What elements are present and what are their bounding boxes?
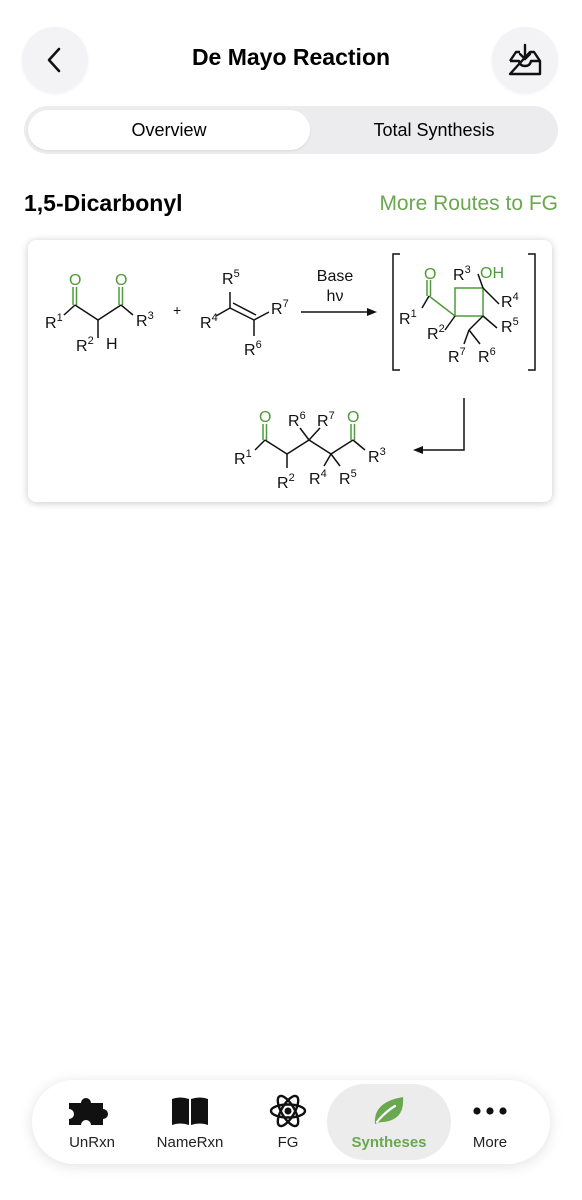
- condition-base: Base: [317, 268, 354, 285]
- leaf-icon: [371, 1094, 407, 1128]
- substituent-label: R2: [427, 323, 445, 343]
- hydroxyl-label: OH: [480, 265, 504, 282]
- substituent-label: R2: [277, 472, 295, 492]
- tray-download-icon: [508, 43, 542, 76]
- substituent-label: R1: [399, 308, 417, 328]
- book-icon: [170, 1094, 210, 1128]
- carbonyl-oxygen: O: [115, 272, 127, 289]
- nav-tab-label: More: [472, 1133, 508, 1151]
- more-dots-icon: [472, 1094, 508, 1128]
- carbonyl-oxygen: O: [347, 409, 359, 426]
- section-title: 1,5-Dicarbonyl: [24, 190, 183, 216]
- substituent-label: R6: [244, 339, 262, 359]
- substituent-label: R6: [288, 410, 306, 430]
- bottom-tab-bar: UnRxn NameRxn FG Syntheses More: [32, 1080, 550, 1164]
- condition-light: hν: [327, 288, 344, 305]
- substituent-label: R4: [309, 468, 327, 488]
- substituent-label: R4: [501, 291, 519, 311]
- nav-tab-label: FG: [277, 1133, 299, 1151]
- nav-tab-label: NameRxn: [156, 1133, 224, 1151]
- alkene-reactant: R5 R4 R7 R6: [200, 268, 289, 359]
- more-routes-link[interactable]: More Routes to FG: [379, 192, 558, 216]
- substituent-label: R1: [45, 312, 63, 332]
- atom-icon: [268, 1094, 308, 1128]
- cyclobutane-intermediate: O R3 OH R1 R2 R4 R5 R7 R6: [392, 253, 536, 371]
- tab-overview[interactable]: Overview: [28, 110, 310, 150]
- substituent-label: R7: [317, 410, 335, 430]
- substituent-label: R5: [501, 316, 519, 336]
- substituent-label: R7: [271, 298, 289, 318]
- nav-tab-label: UnRxn: [69, 1133, 115, 1151]
- carbonyl-oxygen: O: [259, 409, 271, 426]
- reaction-arrow: Base hν: [301, 268, 377, 316]
- dicarbonyl-reactant: O O R1 R3 R2 H: [45, 272, 154, 355]
- carbonyl-oxygen: O: [69, 272, 81, 289]
- substituent-label: R5: [222, 268, 240, 288]
- segmented-control: Overview Total Synthesis: [24, 106, 558, 154]
- reaction-scheme-card: O O R1 R3 R2 H + R5 R4 R7 R6 Base hν O R…: [28, 240, 552, 502]
- substituent-label: R5: [339, 468, 357, 488]
- dicarbonyl-product: O O R1 R3 R6 R7 R2 R4 R5: [234, 409, 386, 492]
- substituent-label: R4: [200, 312, 218, 332]
- nav-tab-label: Syntheses: [351, 1133, 427, 1151]
- substituent-label: R6: [478, 346, 496, 366]
- tab-total-synthesis[interactable]: Total Synthesis: [314, 110, 554, 150]
- plus-sign: +: [173, 302, 181, 318]
- nav-tab-more[interactable]: More: [438, 1084, 542, 1160]
- nav-tab-unrxn[interactable]: UnRxn: [40, 1084, 144, 1160]
- reaction-scheme: O O R1 R3 R2 H + R5 R4 R7 R6 Base hν O R…: [45, 253, 536, 492]
- header: De Mayo Reaction: [0, 0, 582, 100]
- substituent-label: R1: [234, 448, 252, 468]
- hydrogen-label: H: [106, 336, 118, 353]
- substituent-label: R3: [453, 264, 471, 284]
- nav-tab-syntheses[interactable]: Syntheses: [327, 1084, 451, 1160]
- carbonyl-oxygen: O: [424, 266, 436, 283]
- nav-tab-fg[interactable]: FG: [236, 1084, 340, 1160]
- substituent-label: R2: [76, 335, 94, 355]
- save-button[interactable]: [492, 27, 558, 93]
- nav-tab-namerxn[interactable]: NameRxn: [138, 1084, 242, 1160]
- substituent-label: R3: [136, 310, 154, 330]
- retro-aldol-arrow: [413, 398, 465, 454]
- puzzle-icon: [66, 1094, 118, 1128]
- substituent-label: R3: [368, 446, 386, 466]
- substituent-label: R7: [448, 346, 466, 366]
